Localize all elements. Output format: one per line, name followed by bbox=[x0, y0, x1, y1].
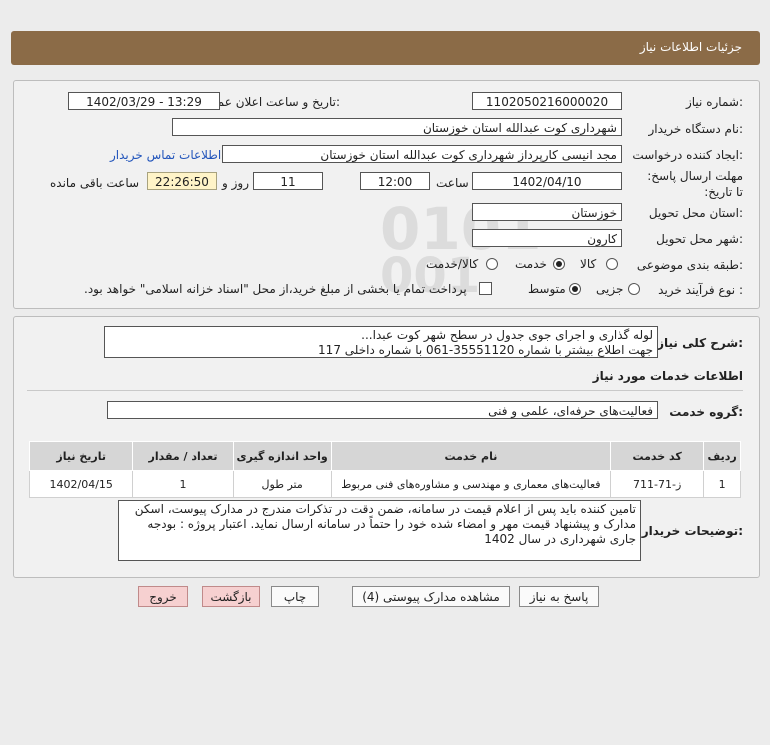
days-label: روز و bbox=[222, 176, 249, 190]
cell-service-name: فعالیت‌های معماری و مهندسی و مشاوره‌های … bbox=[330, 470, 612, 498]
city-field[interactable]: کارون bbox=[472, 229, 622, 247]
deadline-time-field[interactable]: 12:00 bbox=[360, 172, 430, 190]
reply-button[interactable]: پاسخ به نیاز bbox=[519, 586, 599, 607]
col-service-code: کد خدمت bbox=[610, 441, 705, 471]
remaining-time-field: 22:26:50 bbox=[147, 172, 217, 190]
announce-date-field[interactable]: 1402/03/29 - 13:29 bbox=[68, 92, 220, 110]
table-row[interactable]: 1 ز-71-711 فعالیت‌های معماری و مهندسی و … bbox=[28, 470, 741, 498]
cell-need-date: 1402/04/15 bbox=[28, 470, 134, 498]
table-header-row: ردیف کد خدمت نام خدمت واحد اندازه گیری ت… bbox=[28, 441, 741, 471]
category-radio-service[interactable] bbox=[553, 258, 565, 270]
services-table: ردیف کد خدمت نام خدمت واحد اندازه گیری ت… bbox=[28, 441, 741, 498]
days-remaining-field[interactable]: 11 bbox=[253, 172, 323, 190]
need-number-label: شماره نیاز: bbox=[685, 95, 743, 109]
services-section-title: اطلاعات خدمات مورد نیاز bbox=[592, 369, 743, 383]
print-button[interactable]: چاپ bbox=[271, 586, 319, 607]
cell-row-number: 1 bbox=[703, 470, 741, 498]
category-option-goods-service: کالا/خدمت bbox=[426, 257, 479, 271]
province-label: استان محل تحویل: bbox=[648, 206, 743, 220]
service-group-label: گروه خدمت: bbox=[669, 405, 743, 419]
category-option-service: خدمت bbox=[515, 257, 547, 271]
summary-label: شرح کلی نیاز: bbox=[657, 336, 743, 350]
category-radio-goods-service[interactable] bbox=[486, 258, 498, 270]
process-option-minor: جزیی bbox=[596, 282, 624, 296]
process-label: نوع فرآیند خرید : bbox=[658, 283, 743, 297]
service-group-field[interactable]: فعالیت‌های حرفه‌ای، علمی و فنی bbox=[107, 401, 658, 419]
deadline-label: مهلت ارسال پاسخ: تا تاریخ: bbox=[647, 169, 743, 199]
category-label: طبقه بندی موضوعی: bbox=[636, 258, 743, 272]
exit-button[interactable]: خروج bbox=[138, 586, 188, 607]
buyer-notes-label: توضیحات خریدار: bbox=[641, 524, 743, 538]
col-service-name: نام خدمت bbox=[330, 441, 612, 471]
cell-unit: متر طول bbox=[232, 470, 332, 498]
deadline-date-field[interactable]: 1402/04/10 bbox=[472, 172, 622, 190]
deadline-time-label: ساعت bbox=[436, 176, 469, 190]
summary-textarea[interactable]: لوله گذاری و اجرای جوی جدول در سطح شهر ک… bbox=[104, 326, 658, 358]
category-option-goods: کالا bbox=[580, 257, 597, 271]
remaining-time-label: ساعت باقی مانده bbox=[50, 176, 140, 190]
creator-label: ایجاد کننده درخواست: bbox=[632, 148, 743, 162]
back-button[interactable]: بازگشت bbox=[202, 586, 260, 607]
col-unit: واحد اندازه گیری bbox=[232, 441, 332, 471]
col-need-date: تاریخ نیاز bbox=[28, 441, 134, 471]
need-number-field[interactable]: 1102050216000020 bbox=[472, 92, 622, 110]
page-header: جزئیات اطلاعات نیاز bbox=[11, 31, 760, 65]
process-radio-medium[interactable] bbox=[569, 283, 581, 295]
col-row-number: ردیف bbox=[703, 441, 741, 471]
creator-field[interactable]: مجد انیسی کارپرداز شهرداری کوت عبدالله ا… bbox=[222, 145, 622, 163]
cell-quantity: 1 bbox=[132, 470, 234, 498]
province-field[interactable]: خوزستان bbox=[472, 203, 622, 221]
section-divider bbox=[27, 390, 743, 391]
category-radio-goods[interactable] bbox=[606, 258, 618, 270]
cell-service-code: ز-71-711 bbox=[610, 470, 705, 498]
summary-line-2: جهت اطلاع بیشتر با شماره 35551120-061 با… bbox=[318, 343, 653, 357]
process-radio-minor[interactable] bbox=[628, 283, 640, 295]
view-attachments-button[interactable]: مشاهده مدارک پیوستی (4) bbox=[352, 586, 510, 607]
buyer-contact-link[interactable]: اطلاعات تماس خریدار bbox=[110, 148, 221, 162]
buyer-notes-textarea[interactable]: تامین کننده باید پس از اعلام قیمت در سام… bbox=[118, 500, 641, 561]
process-option-medium: متوسط bbox=[528, 282, 566, 296]
buyer-org-field[interactable]: شهرداری کوت عبدالله استان خوزستان bbox=[172, 118, 622, 136]
treasury-payment-checkbox[interactable] bbox=[479, 282, 492, 295]
payment-note: پرداخت تمام یا بخشی از مبلغ خرید،از محل … bbox=[84, 282, 467, 296]
city-label: شهر محل تحویل: bbox=[656, 232, 743, 246]
page-title: جزئیات اطلاعات نیاز bbox=[639, 40, 742, 54]
buyer-org-label: نام دستگاه خریدار: bbox=[648, 122, 744, 136]
summary-line-1: لوله گذاری و اجرای جوی جدول در سطح شهر ک… bbox=[361, 328, 653, 342]
col-quantity: تعداد / مقدار bbox=[132, 441, 234, 471]
